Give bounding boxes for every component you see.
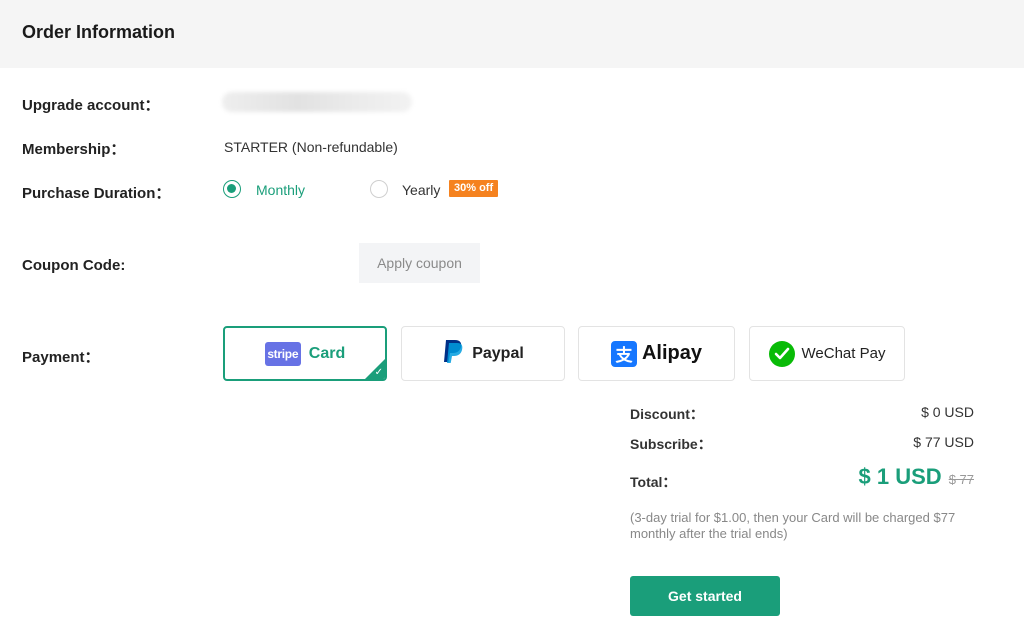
apply-coupon-button[interactable]: Apply coupon <box>359 243 480 283</box>
monthly-radio[interactable] <box>223 180 241 198</box>
trial-note: (3-day trial for $1.00, then your Card w… <box>630 510 956 541</box>
coupon-code-label: Coupon Code: <box>22 257 126 274</box>
payment-option-wechat[interactable]: WeChat Pay <box>749 326 905 381</box>
payment-option-alipay[interactable]: 支 Alipay <box>578 326 735 381</box>
yearly-label[interactable]: Yearly <box>402 182 440 198</box>
wechat-label: WeChat Pay <box>801 345 886 362</box>
discount-badge: 30% off <box>449 180 499 197</box>
membership-label: Membership： <box>22 141 126 158</box>
header-bar: Order Information <box>0 0 1024 68</box>
subscribe-label: Subscribe： <box>630 436 712 452</box>
alipay-label: Alipay <box>641 342 703 364</box>
total-value: $ 1 USD <box>858 464 942 489</box>
discount-label: Discount： <box>630 406 704 422</box>
total-amount: $ 1 USD $ 77 <box>859 464 974 490</box>
alipay-icon: 支 <box>610 340 637 367</box>
subscribe-value: $ 77 USD <box>913 434 974 450</box>
total-label: Total： <box>630 474 677 490</box>
get-started-button[interactable]: Get started <box>630 576 780 616</box>
discount-value: $ 0 USD <box>921 404 974 420</box>
purchase-duration-label: Purchase Duration： <box>22 185 171 202</box>
checkmark-icon: ✓ <box>374 367 383 378</box>
payment-option-paypal[interactable]: Paypal <box>401 326 565 381</box>
payment-label: Payment： <box>22 349 100 366</box>
paypal-icon <box>442 338 464 369</box>
paypal-label: Paypal <box>472 344 524 362</box>
stripe-icon: stripe <box>264 341 301 366</box>
upgrade-account-label: Upgrade account： <box>22 97 160 114</box>
original-price: $ 77 <box>948 472 974 487</box>
card-label: Card <box>308 344 346 362</box>
account-value-blurred <box>222 92 412 112</box>
payment-option-card[interactable]: stripe Card ✓ <box>223 326 387 381</box>
coupon-input[interactable] <box>222 243 356 283</box>
wechat-icon <box>768 340 795 367</box>
monthly-label[interactable]: Monthly <box>256 182 305 198</box>
yearly-radio[interactable] <box>370 180 388 198</box>
page-title: Order Information <box>22 22 176 42</box>
membership-value: STARTER (Non-refundable) <box>224 139 398 155</box>
